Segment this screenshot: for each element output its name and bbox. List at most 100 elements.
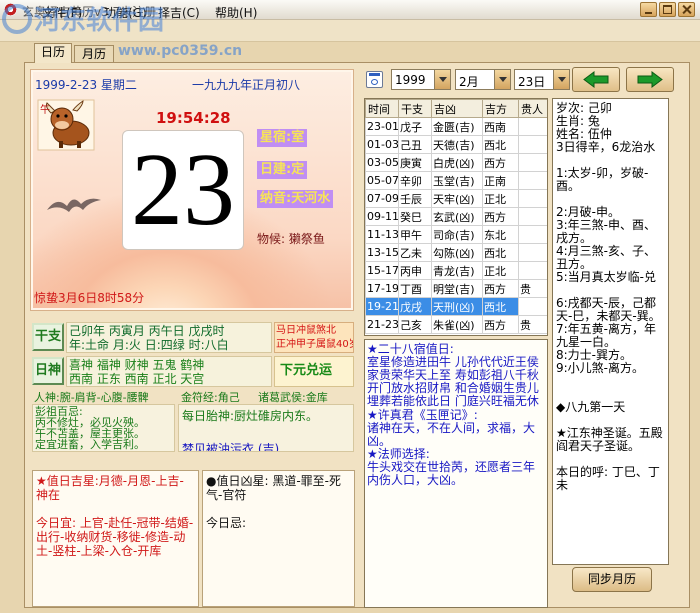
table-header: 时间 干支 吉凶 吉方 贵人 [365,99,547,118]
sync-month-button[interactable]: 同步月历 [572,567,652,592]
chevron-down-icon[interactable] [434,70,450,89]
unlucky-star-box: ●值日凶星: 黑道-罪至-死气-官符 今日忌: [202,470,355,607]
ganzhi-line2: 年:土命 月:火 日:四绿 时:八白 [69,338,229,352]
tab-day-calendar[interactable]: 日历 [34,43,72,63]
yi-label: 今日宜: [36,516,80,530]
cell-jixiong: 天牢(凶) [431,189,483,208]
cell-direction: 西方 [482,315,519,334]
cell-ganzhi: 戊戌 [398,297,432,316]
day-value: 23日 [518,75,546,89]
cell-direction: 西南 [482,117,519,136]
cell-ganzhi: 己丑 [398,135,432,154]
menu-select-date[interactable]: 择吉(C) [158,4,200,21]
notes-panel[interactable]: ★二十八宿值日: 室星修造进田牛 儿孙代代近王侯 家贵荣华天上至 寿如彭祖八千秋… [364,339,548,608]
taishen-box: 每日胎神:厨灶碓房内东。 梦见被油污衣 (吉) [178,404,354,452]
menu-file[interactable]: 文件(F) [42,4,82,21]
cell-direction: 西方 [482,207,519,226]
wuhou-label: 物候: 獭祭鱼 [257,232,325,246]
cell-ganzhi: 乙未 [398,243,432,262]
rijian-label: 日建:定 [257,161,308,179]
table-row[interactable]: 11-13 甲午 司命(吉) 东北 [365,225,547,244]
cell-guiren [518,153,547,172]
ox-zodiac-icon: 午 [37,99,95,151]
table-row[interactable]: 13-15 乙未 勾陈(凶) 西北 [365,243,547,262]
tab-month-calendar[interactable]: 月历 [74,45,114,63]
table-row[interactable]: 21-23 己亥 朱雀(凶) 西方贵 [365,315,547,334]
info-panel[interactable]: 岁次: 己卯 生肖: 兔 姓名: 伍仲 3日得辛，6龙治水 1:太岁-卯，岁破-… [552,98,669,565]
col-header-ganzhi[interactable]: 干支 [398,99,432,118]
cell-direction: 西北 [482,297,519,316]
taishen-text: 每日胎神:厨灶碓房内东。 [182,409,319,423]
year-select[interactable]: 1999 [391,69,451,90]
year-value: 1999 [395,73,426,87]
cell-guiren [518,171,547,190]
rishen-button[interactable]: 日神 [32,357,64,385]
info-item: 9:小儿煞-离方。 [556,361,645,375]
table-row-selected[interactable]: 19-21 戊戌 天刑(凶) 西北 [365,297,547,316]
bird-icon [45,190,103,216]
dragon-text: 3日得辛，6龙治水 [556,140,656,154]
info-item: 5:当月真太岁临-兑 [556,270,657,284]
cell-time: 15-17 [365,261,399,280]
close-button[interactable] [678,2,695,17]
rishen-names: 喜神 福神 财神 五鬼 鹤神 [69,358,205,372]
xiu-poem: 室星修造进田牛 儿孙代代近王侯 家贵荣华天上至 寿如彭祖八千秋 开门放水招财帛 … [367,355,539,408]
ganzhi-line1: 己卯年 丙寅月 丙午日 戊戌时 [69,324,225,338]
cell-time: 19-21 [365,297,399,316]
cell-guiren [518,117,547,136]
cell-direction: 正北 [482,189,519,208]
previous-day-button[interactable] [572,67,620,92]
cell-time: 05-07 [365,171,399,190]
menu-function[interactable]: 功能(G) [104,4,147,21]
info-item: 7:年五黄-离方，年九星一白。 [556,322,657,349]
chevron-down-icon[interactable] [494,70,510,89]
dream-text: 梦见被油污衣 (吉) [182,442,280,452]
table-row[interactable]: 09-11 癸巳 玄武(凶) 西方 [365,207,547,226]
col-header-direction[interactable]: 吉方 [482,99,519,118]
cell-guiren [518,261,547,280]
cell-jixiong: 勾陈(凶) [431,243,483,262]
solar-date: 1999-2-23 星期二 [35,78,137,92]
table-row[interactable]: 07-09 壬辰 天牢(凶) 正北 [365,189,547,208]
cell-ganzhi: 甲午 [398,225,432,244]
cell-jixiong: 天德(吉) [431,135,483,154]
calendar-icon[interactable] [366,71,383,88]
cell-guiren [518,225,547,244]
jiu-text: ◆八九第一天 [556,400,626,414]
table-row[interactable]: 03-05 庚寅 白虎(凶) 西方 [365,153,547,172]
zodiac-label: 午 [40,105,50,116]
table-row[interactable]: 01-03 己丑 天德(吉) 西北 [365,135,547,154]
col-header-guiren[interactable]: 贵人 [518,99,547,118]
chevron-down-icon[interactable] [553,70,569,89]
table-row[interactable]: 23-01 戊子 金匮(吉) 西南 [365,117,547,136]
unlucky-star-title: ●值日凶星: 黑道-罪至-死气-官符 [206,474,341,502]
chong-box: 马日冲鼠煞北 正冲甲子属鼠40岁 [274,322,354,353]
lunar-date: 一九九九年正月初八 [192,78,301,92]
col-header-time[interactable]: 时间 [365,99,399,118]
month-select[interactable]: 2月 [455,69,511,90]
maximize-button[interactable] [659,2,676,17]
next-day-button[interactable] [626,67,674,92]
cell-jixiong: 玄武(凶) [431,207,483,226]
cell-time: 11-13 [365,225,399,244]
cell-guiren [518,189,547,208]
arrow-left-icon [583,71,609,88]
ganzhi-button[interactable]: 干支 [32,323,64,351]
info-item: 6:戌都天-辰，己都天-巳，未都天-巽。 [556,296,661,323]
day-select[interactable]: 23日 [514,69,570,90]
table-row[interactable]: 17-19 丁酉 明堂(吉) 西方贵 [365,279,547,298]
cell-ganzhi: 丁酉 [398,279,432,298]
cell-time: 23-01 [365,117,399,136]
col-header-jixiong[interactable]: 吉凶 [431,99,483,118]
table-row[interactable]: 05-07 辛卯 玉堂(吉) 正南 [365,171,547,190]
app-icon[interactable] [4,3,17,16]
cell-direction: 西方 [482,153,519,172]
cell-time: 01-03 [365,135,399,154]
watermark-url: www.pc0359.cn [118,43,243,59]
menu-help[interactable]: 帮助(H) [215,4,257,21]
cell-guiren [518,297,547,316]
cell-time: 09-11 [365,207,399,226]
nayin-label: 纳音:天河水 [257,190,334,208]
minimize-button[interactable] [640,2,657,17]
table-row[interactable]: 15-17 丙申 青龙(吉) 正北 [365,261,547,280]
